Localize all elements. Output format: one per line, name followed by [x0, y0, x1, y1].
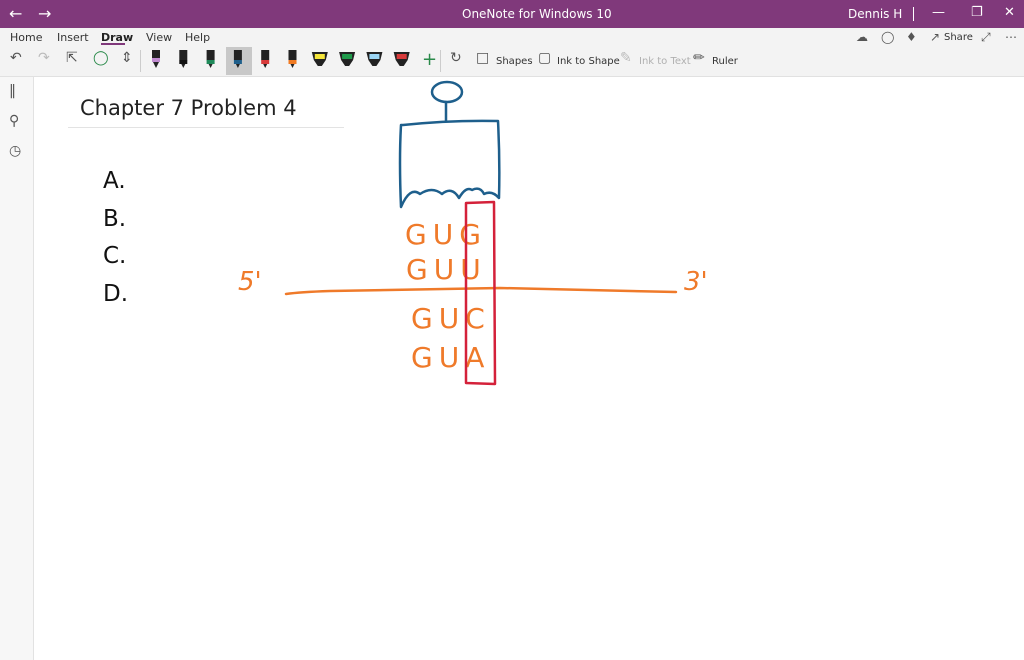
- three-prime-label: 3': [684, 267, 708, 297]
- codon-2: GUU: [406, 253, 487, 286]
- trna-body: [398, 119, 501, 209]
- codon-3: GUC: [411, 302, 491, 335]
- trna-top-loop: [430, 80, 464, 104]
- five-prime-label: 5': [238, 267, 262, 297]
- trna-drawing: [398, 80, 501, 209]
- mrna-strand: [284, 286, 678, 296]
- codon-1: GUG: [405, 218, 487, 251]
- ink-drawing: 5' 3' GUG GUU GUC GUA: [238, 80, 708, 386]
- codon-4: GUA: [411, 341, 490, 374]
